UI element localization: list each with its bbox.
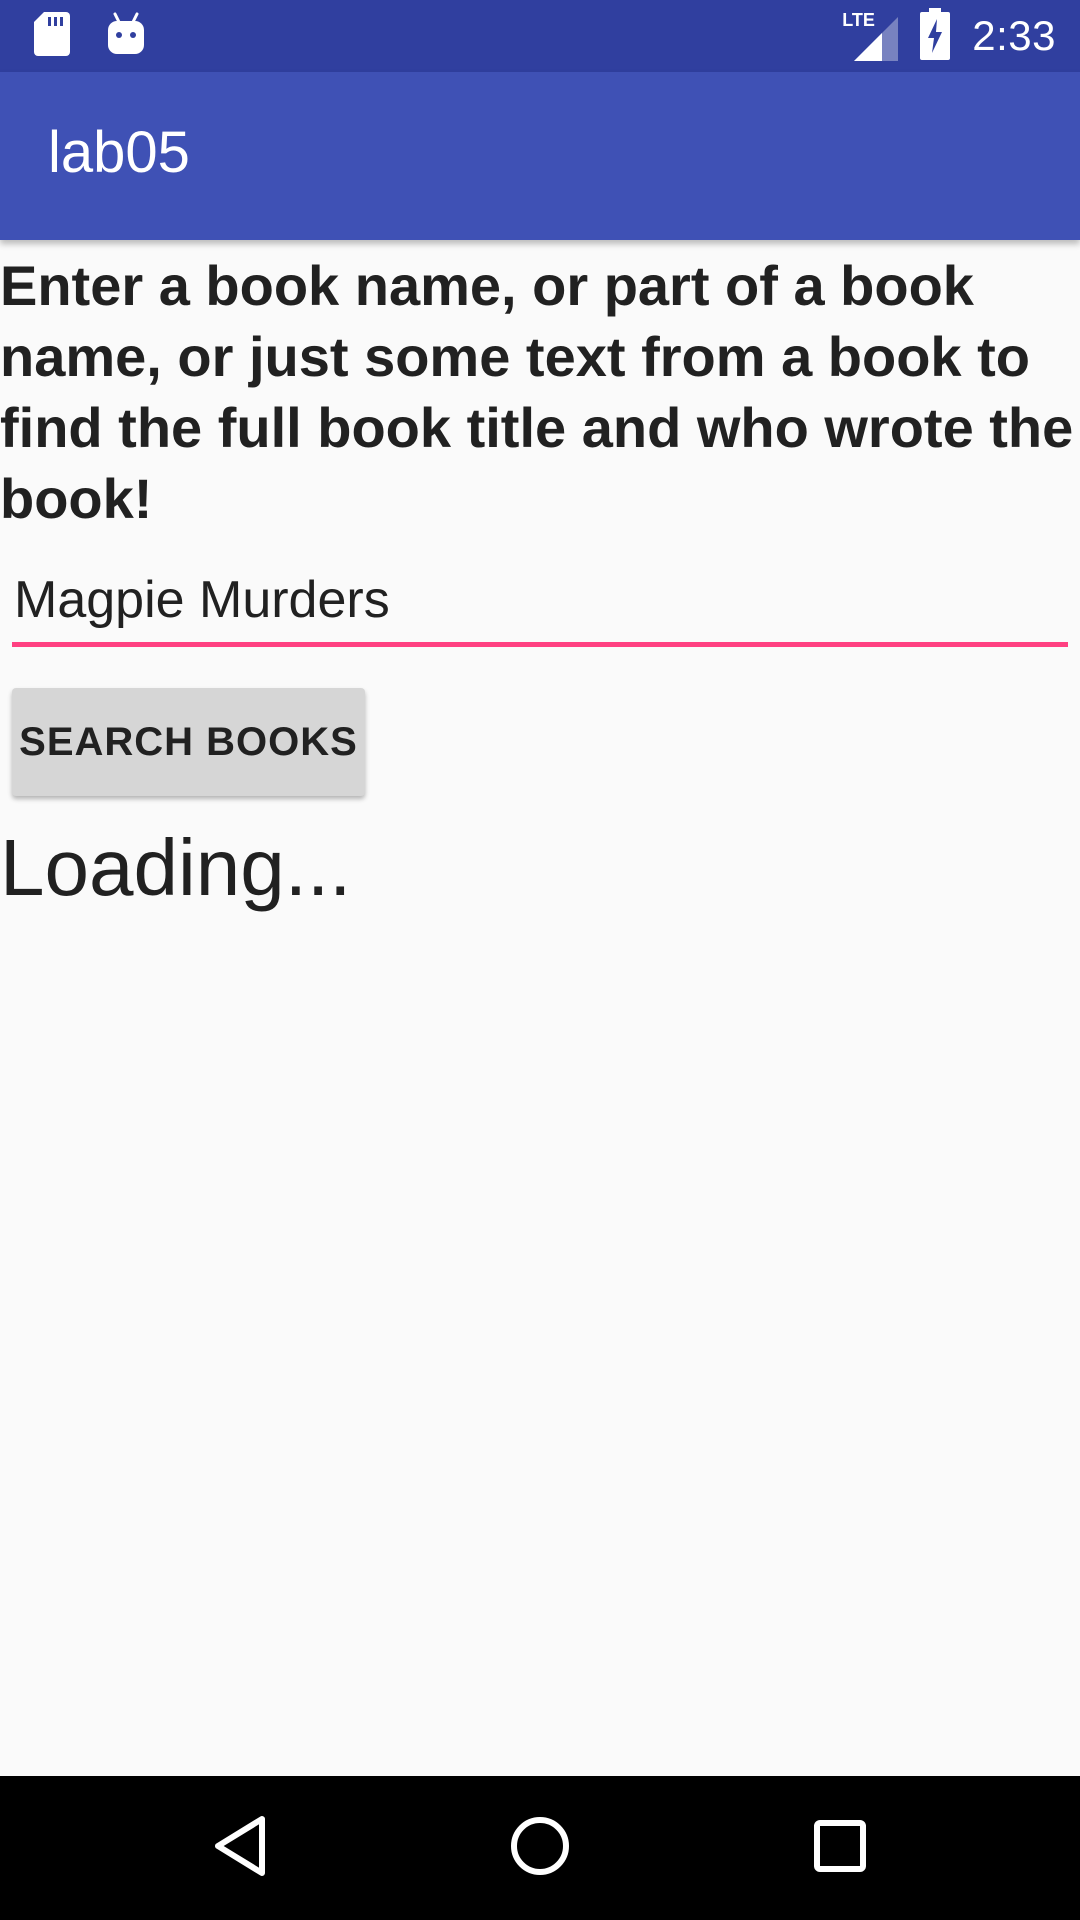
notification-icons	[34, 11, 146, 61]
home-button[interactable]	[490, 1798, 590, 1898]
android-icon	[106, 12, 146, 61]
navigation-bar	[0, 1776, 1080, 1920]
app-screen: LTE 2:33 lab05 Enter a book name, or par…	[0, 0, 1080, 1920]
app-title: lab05	[48, 120, 190, 185]
status-bar: LTE 2:33	[0, 0, 1080, 72]
app-bar: lab05	[0, 72, 1080, 240]
search-books-button[interactable]: SEARCH BOOKS	[12, 688, 365, 796]
sd-card-icon	[34, 11, 70, 61]
status-clock: 2:33	[972, 12, 1056, 59]
recents-icon	[812, 1818, 868, 1879]
back-icon	[210, 1814, 270, 1883]
back-button[interactable]	[190, 1798, 290, 1898]
lte-signal-icon: LTE	[842, 11, 899, 61]
search-field	[12, 560, 1068, 650]
loading-status-text: Loading...	[0, 823, 352, 912]
recents-button[interactable]	[790, 1798, 890, 1898]
instructions-text: Enter a book name, or part of a book nam…	[0, 254, 1074, 530]
input-underline	[12, 642, 1068, 647]
home-icon	[508, 1814, 572, 1883]
book-search-input[interactable]	[12, 560, 1068, 640]
system-icons: LTE 2:33	[842, 7, 1056, 65]
battery-charging-icon	[920, 7, 951, 65]
